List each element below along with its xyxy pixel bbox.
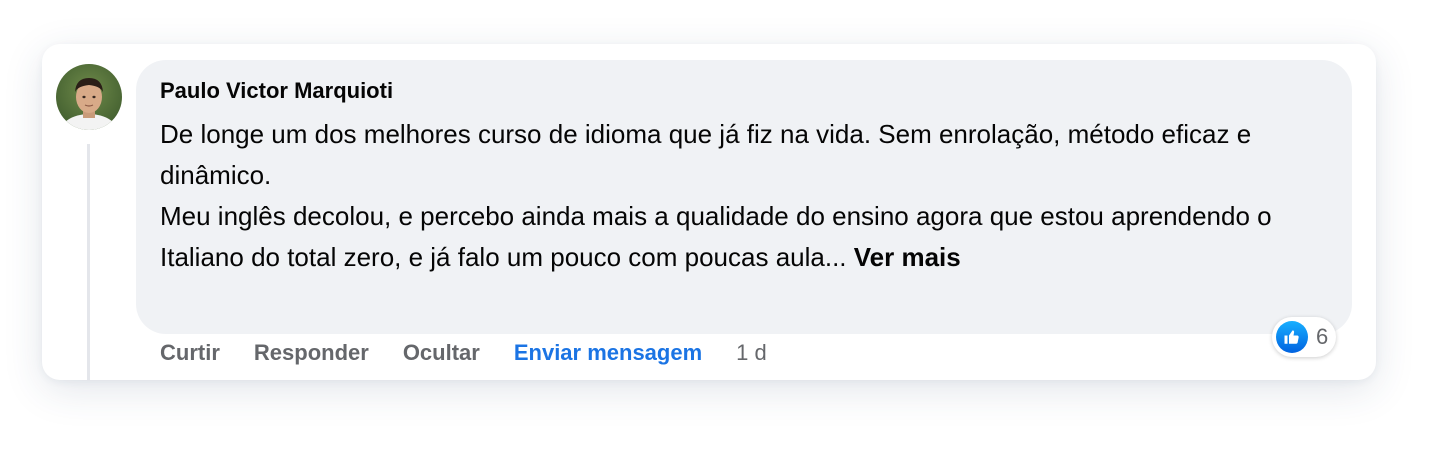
reply-button[interactable]: Responder — [254, 340, 369, 366]
avatar-photo — [56, 64, 122, 130]
comment-bubble: Paulo Victor Marquioti De longe um dos m… — [136, 60, 1352, 334]
thread-line — [87, 144, 90, 380]
comment-author[interactable]: Paulo Victor Marquioti — [160, 78, 393, 104]
see-more-link[interactable]: Ver mais — [854, 242, 961, 272]
reaction-count: 6 — [1316, 324, 1329, 349]
avatar[interactable] — [56, 64, 122, 130]
reaction-summary[interactable]: 6 — [1272, 317, 1337, 357]
comment-paragraph-text: Meu inglês decolou, e percebo ainda mais… — [160, 201, 1272, 272]
send-message-button[interactable]: Enviar mensagem — [514, 340, 702, 366]
comment-card: Paulo Victor Marquioti De longe um dos m… — [42, 44, 1376, 380]
like-button[interactable]: Curtir — [160, 340, 220, 366]
comment-paragraph: Meu inglês decolou, e percebo ainda mais… — [160, 196, 1330, 278]
hide-button[interactable]: Ocultar — [403, 340, 480, 366]
comment-paragraph: De longe um dos melhores curso de idioma… — [160, 119, 1252, 190]
comment-actions: Curtir Responder Ocultar Enviar mensagem… — [160, 340, 767, 366]
like-icon — [1276, 321, 1308, 353]
comment-timestamp[interactable]: 1 d — [736, 340, 767, 366]
comment-text: De longe um dos melhores curso de idioma… — [160, 114, 1330, 278]
